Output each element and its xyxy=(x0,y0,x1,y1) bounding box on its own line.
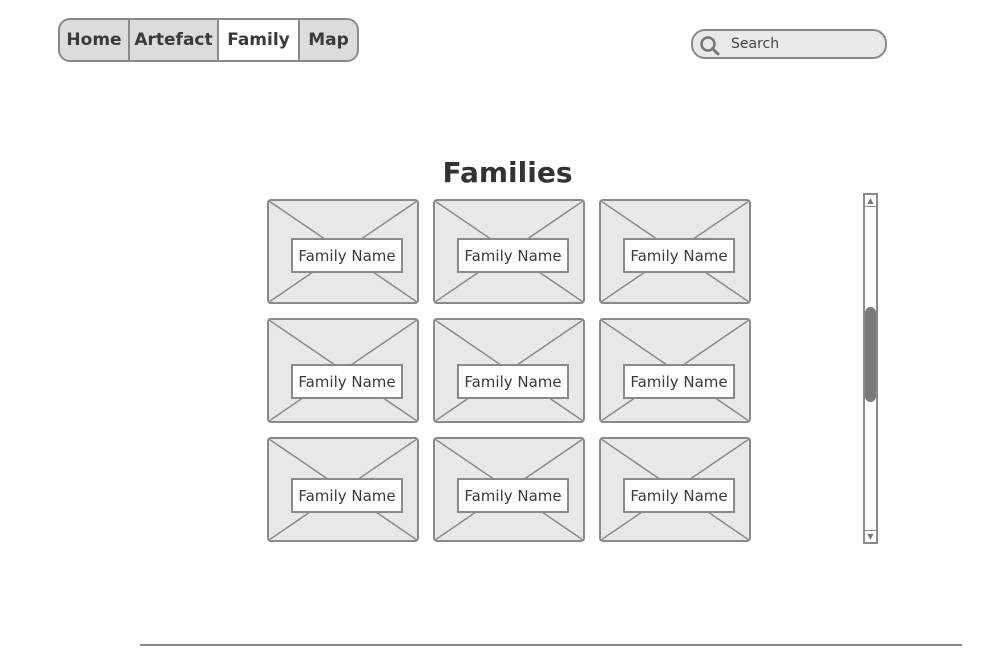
family-name-label: Family Name xyxy=(623,238,735,273)
scroll-up-arrow-icon[interactable]: ▲ xyxy=(865,195,876,207)
family-name-label: Family Name xyxy=(623,478,735,513)
family-card[interactable]: Family Name xyxy=(433,199,585,304)
footer-divider xyxy=(140,644,962,646)
vertical-scrollbar[interactable]: ▲ ▼ xyxy=(863,193,878,544)
family-card[interactable]: Family Name xyxy=(599,199,751,304)
scroll-down-arrow-icon[interactable]: ▼ xyxy=(865,530,876,542)
family-name-label: Family Name xyxy=(457,364,569,399)
family-name-label: Family Name xyxy=(623,364,735,399)
family-name-label: Family Name xyxy=(291,478,403,513)
family-card[interactable]: Family Name xyxy=(433,318,585,423)
family-name-label: Family Name xyxy=(291,238,403,273)
family-card[interactable]: Family Name xyxy=(267,318,419,423)
tab-home[interactable]: Home xyxy=(60,20,130,60)
search-icon xyxy=(700,36,720,56)
family-card[interactable]: Family Name xyxy=(267,437,419,542)
page-title: Families xyxy=(442,156,573,189)
family-name-label: Family Name xyxy=(457,478,569,513)
tab-family[interactable]: Family xyxy=(219,20,300,60)
scroll-thumb[interactable] xyxy=(865,307,876,402)
main-nav-tabs: Home Artefact Family Map xyxy=(58,18,359,62)
family-name-label: Family Name xyxy=(291,364,403,399)
tab-map[interactable]: Map xyxy=(300,20,357,60)
family-card[interactable]: Family Name xyxy=(599,318,751,423)
tab-artefact[interactable]: Artefact xyxy=(130,20,219,60)
family-name-label: Family Name xyxy=(457,238,569,273)
search-input[interactable] xyxy=(731,34,871,54)
family-card[interactable]: Family Name xyxy=(267,199,419,304)
search-box[interactable] xyxy=(691,29,887,59)
family-card[interactable]: Family Name xyxy=(599,437,751,542)
family-card[interactable]: Family Name xyxy=(433,437,585,542)
